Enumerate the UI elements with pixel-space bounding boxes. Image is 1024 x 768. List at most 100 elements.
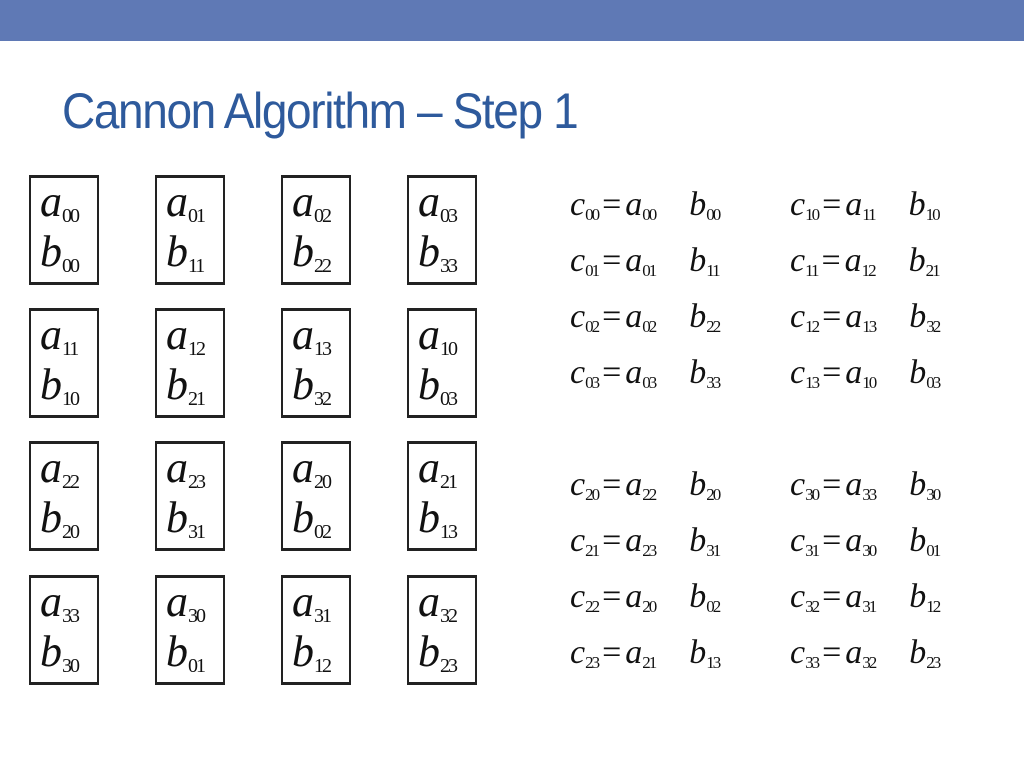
grid-cell: a31 b12 bbox=[281, 575, 351, 685]
a-term: a02 bbox=[625, 298, 657, 336]
grid-cell: a32 b23 bbox=[407, 575, 477, 685]
subscript: 22 bbox=[642, 485, 657, 504]
grid-cell: a00 b00 bbox=[29, 175, 99, 285]
variable-b: b bbox=[689, 354, 707, 391]
subscript: 01 bbox=[188, 205, 206, 227]
variable-c: c bbox=[570, 242, 586, 279]
equation: c22 = a20 b02 bbox=[570, 578, 721, 616]
equation: c11 = a12 b21 bbox=[790, 242, 941, 280]
equals-sign: = bbox=[602, 298, 622, 335]
variable-a: a bbox=[845, 298, 863, 335]
subscript: 23 bbox=[440, 655, 458, 677]
subscript: 03 bbox=[926, 373, 941, 392]
matrix-b-element: b31 bbox=[166, 496, 206, 543]
equals-sign: = bbox=[602, 578, 622, 615]
matrix-b-element: b12 bbox=[292, 630, 332, 677]
subscript: 10 bbox=[440, 338, 458, 360]
variable-a: a bbox=[418, 177, 440, 226]
subscript: 22 bbox=[706, 317, 721, 336]
a-term: a30 bbox=[845, 522, 877, 560]
a-term: a10 bbox=[845, 354, 877, 392]
subscript: 20 bbox=[642, 597, 657, 616]
subscript: 10 bbox=[862, 373, 877, 392]
equation: c20 = a22 b20 bbox=[570, 466, 721, 504]
variable-a: a bbox=[166, 443, 188, 492]
subscript: 32 bbox=[805, 597, 820, 616]
subscript: 32 bbox=[314, 388, 332, 410]
variable-b: b bbox=[418, 227, 440, 276]
variable-c: c bbox=[570, 298, 586, 335]
subscript: 30 bbox=[862, 541, 877, 560]
variable-a: a bbox=[40, 310, 62, 359]
variable-a: a bbox=[418, 310, 440, 359]
variable-a: a bbox=[292, 577, 314, 626]
subscript: 32 bbox=[440, 605, 458, 627]
subscript: 12 bbox=[314, 655, 332, 677]
subscript: 21 bbox=[642, 653, 657, 672]
a-term: a13 bbox=[845, 298, 877, 336]
equals-sign: = bbox=[602, 186, 622, 223]
b-term: b31 bbox=[689, 522, 721, 560]
header-bar bbox=[0, 0, 1024, 41]
subscript: 01 bbox=[926, 541, 941, 560]
variable-b: b bbox=[418, 627, 440, 676]
c-term: c03 bbox=[570, 354, 600, 392]
variable-a: a bbox=[166, 177, 188, 226]
subscript: 20 bbox=[314, 471, 332, 493]
equation: c10 = a11 b10 bbox=[790, 186, 941, 224]
variable-c: c bbox=[790, 186, 806, 223]
subscript: 00 bbox=[585, 205, 600, 224]
variable-a: a bbox=[292, 177, 314, 226]
variable-b: b bbox=[909, 354, 927, 391]
variable-b: b bbox=[909, 522, 927, 559]
equals-sign: = bbox=[822, 634, 842, 671]
variable-b: b bbox=[689, 298, 707, 335]
b-term: b00 bbox=[689, 188, 721, 224]
variable-a: a bbox=[625, 354, 643, 391]
subscript: 13 bbox=[314, 338, 332, 360]
grid-cell: a22 b20 bbox=[29, 441, 99, 551]
equation: c23 = a21 b13 bbox=[570, 634, 721, 672]
variable-c: c bbox=[570, 354, 586, 391]
variable-b: b bbox=[909, 578, 927, 615]
matrix-b-element: b20 bbox=[40, 496, 80, 543]
subscript: 13 bbox=[862, 317, 877, 336]
variable-b: b bbox=[689, 242, 707, 279]
a-term: a32 bbox=[845, 634, 877, 672]
b-term: b01 bbox=[909, 522, 941, 560]
subscript: 20 bbox=[585, 485, 600, 504]
variable-c: c bbox=[790, 578, 806, 615]
grid-cell: a21 b13 bbox=[407, 441, 477, 551]
b-term: b02 bbox=[689, 580, 721, 616]
matrix-a-element: a22 bbox=[40, 446, 80, 493]
variable-a: a bbox=[40, 177, 62, 226]
subscript: 00 bbox=[62, 205, 80, 227]
a-term: a31 bbox=[845, 578, 877, 616]
matrix-b-element: b00 bbox=[40, 230, 80, 277]
variable-a: a bbox=[845, 578, 863, 615]
subscript: 02 bbox=[314, 205, 332, 227]
equals-sign: = bbox=[822, 298, 842, 335]
subscript: 32 bbox=[926, 317, 941, 336]
a-term: a12 bbox=[844, 242, 877, 280]
grid-cell: a30 b01 bbox=[155, 575, 225, 685]
subscript: 00 bbox=[642, 205, 657, 224]
subscript: 21 bbox=[585, 541, 600, 560]
matrix-a-element: a12 bbox=[166, 313, 206, 360]
equals-sign: = bbox=[602, 522, 622, 559]
equation: c02 = a02 b22 bbox=[570, 298, 721, 336]
subscript: 12 bbox=[861, 261, 877, 280]
c-term: c23 bbox=[570, 634, 600, 672]
subscript: 20 bbox=[706, 485, 721, 504]
variable-c: c bbox=[790, 634, 806, 671]
subscript: 31 bbox=[706, 541, 721, 560]
variable-b: b bbox=[689, 522, 707, 559]
variable-a: a bbox=[845, 186, 863, 223]
variable-a: a bbox=[625, 466, 643, 503]
variable-a: a bbox=[844, 242, 862, 279]
variable-b: b bbox=[418, 493, 440, 542]
matrix-a-element: a13 bbox=[292, 313, 332, 360]
subscript: 03 bbox=[440, 388, 458, 410]
variable-b: b bbox=[292, 493, 314, 542]
equation: c32 = a31 b12 bbox=[790, 578, 941, 616]
